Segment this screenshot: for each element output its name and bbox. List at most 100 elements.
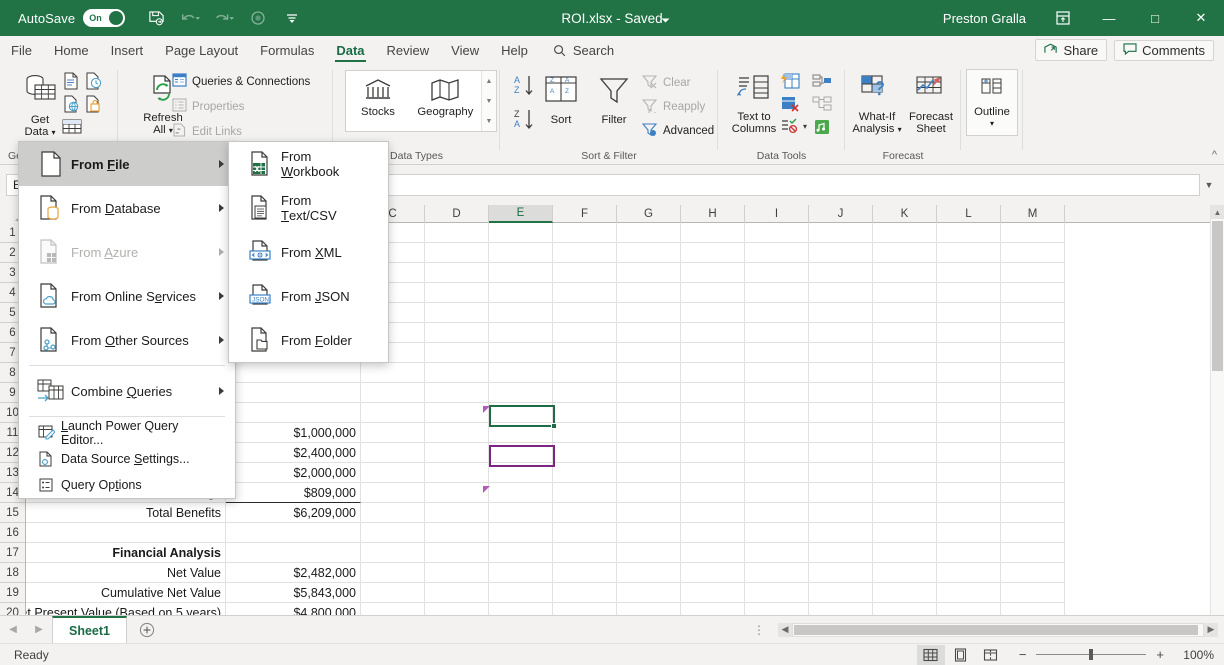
cell-G10[interactable] [617,403,681,423]
get-data-button[interactable]: Get Data ▾ [14,68,66,140]
cell-J20[interactable] [809,603,873,615]
autosave-control[interactable]: AutoSave On [18,9,125,27]
cell-K5[interactable] [873,303,937,323]
cell-J19[interactable] [809,583,873,603]
cell-E18[interactable] [489,563,553,583]
cell-C11[interactable] [361,423,425,443]
add-sheet-icon[interactable] [127,622,167,638]
cell-L18[interactable] [937,563,1001,583]
cell-M8[interactable] [1001,363,1065,383]
cell-A16[interactable] [26,523,226,543]
tab-data[interactable]: Data [325,36,375,64]
cell-H19[interactable] [681,583,745,603]
tab-insert[interactable]: Insert [100,36,155,64]
column-header-H[interactable]: H [681,205,745,223]
cell-K8[interactable] [873,363,937,383]
ribbon-display-options-icon[interactable] [1040,0,1086,36]
column-header-G[interactable]: G [617,205,681,223]
cell-I18[interactable] [745,563,809,583]
cell-L9[interactable] [937,383,1001,403]
cell-K19[interactable] [873,583,937,603]
cell-G16[interactable] [617,523,681,543]
cell-J12[interactable] [809,443,873,463]
maximize-button[interactable]: □ [1132,0,1178,36]
cell-B12[interactable]: $2,400,000 [226,443,361,463]
cell-C20[interactable] [361,603,425,615]
cell-K7[interactable] [873,343,937,363]
advanced-button[interactable]: Advanced [642,122,714,140]
gallery-up-icon[interactable]: ▲ [486,78,493,85]
recent-sources-icon[interactable] [84,72,102,93]
cell-E19[interactable] [489,583,553,603]
cell-E14[interactable] [489,483,553,503]
manage-data-model-icon[interactable] [812,118,832,139]
cell-I8[interactable] [745,363,809,383]
cell-D2[interactable] [425,243,489,263]
cell-C8[interactable] [361,363,425,383]
cell-K13[interactable] [873,463,937,483]
filter-button[interactable]: Filter [590,70,638,126]
cell-E4[interactable] [489,283,553,303]
cell-L3[interactable] [937,263,1001,283]
cell-K6[interactable] [873,323,937,343]
from-web-icon[interactable] [62,95,80,116]
cell-E10[interactable] [489,403,553,423]
cell-D8[interactable] [425,363,489,383]
cell-M13[interactable] [1001,463,1065,483]
cell-L11[interactable] [937,423,1001,443]
cell-M6[interactable] [1001,323,1065,343]
touch-mode-icon[interactable] [241,3,275,33]
cell-F13[interactable] [553,463,617,483]
row-header-18[interactable]: 18 [0,563,25,583]
cell-G3[interactable] [617,263,681,283]
cell-G6[interactable] [617,323,681,343]
cell-G13[interactable] [617,463,681,483]
cell-F8[interactable] [553,363,617,383]
cell-K11[interactable] [873,423,937,443]
cell-B16[interactable] [226,523,361,543]
cell-K18[interactable] [873,563,937,583]
scroll-right-icon[interactable]: ▶ [1204,623,1218,637]
column-header-E[interactable]: E [489,205,553,223]
cell-C13[interactable] [361,463,425,483]
cell-I19[interactable] [745,583,809,603]
cell-K17[interactable] [873,543,937,563]
sort-descending-button[interactable]: ZA [513,108,537,135]
redo-icon[interactable] [207,3,241,33]
existing-connections-icon[interactable] [84,95,102,116]
menu-item-launch-power-query-editor[interactable]: Launch Power Query Editor... [19,420,235,446]
cell-M2[interactable] [1001,243,1065,263]
cell-F9[interactable] [553,383,617,403]
cell-M9[interactable] [1001,383,1065,403]
clear-button[interactable]: Clear [642,74,690,92]
customize-quick-access-icon[interactable] [275,3,309,33]
cell-D13[interactable] [425,463,489,483]
cell-D5[interactable] [425,303,489,323]
cell-H17[interactable] [681,543,745,563]
submenu-item-from-workbook[interactable]: X From Workbook [229,142,388,186]
column-header-J[interactable]: J [809,205,873,223]
cell-B18[interactable]: $2,482,000 [226,563,361,583]
cell-M10[interactable] [1001,403,1065,423]
cell-K1[interactable] [873,223,937,243]
cell-J8[interactable] [809,363,873,383]
cell-I9[interactable] [745,383,809,403]
tab-file[interactable]: File [0,36,43,64]
cell-K15[interactable] [873,503,937,523]
next-sheet-icon[interactable]: ▶ [26,624,52,635]
vertical-scroll-thumb[interactable] [1212,221,1223,371]
submenu-item-from-folder[interactable]: From Folder [229,318,388,362]
cell-E6[interactable] [489,323,553,343]
cell-M11[interactable] [1001,423,1065,443]
from-text-csv-small-icon[interactable] [62,72,80,93]
zoom-in-button[interactable]: + [1156,647,1164,662]
undo-icon[interactable] [173,3,207,33]
cell-G4[interactable] [617,283,681,303]
cell-D9[interactable] [425,383,489,403]
sort-button[interactable]: ZAAZ Sort [540,70,582,126]
menu-item-from-online-services[interactable]: From Online Services [19,274,235,318]
cell-G9[interactable] [617,383,681,403]
cell-H3[interactable] [681,263,745,283]
cell-I4[interactable] [745,283,809,303]
cell-A20[interactable]: Net Present Value (Based on 5 years) [26,603,226,615]
